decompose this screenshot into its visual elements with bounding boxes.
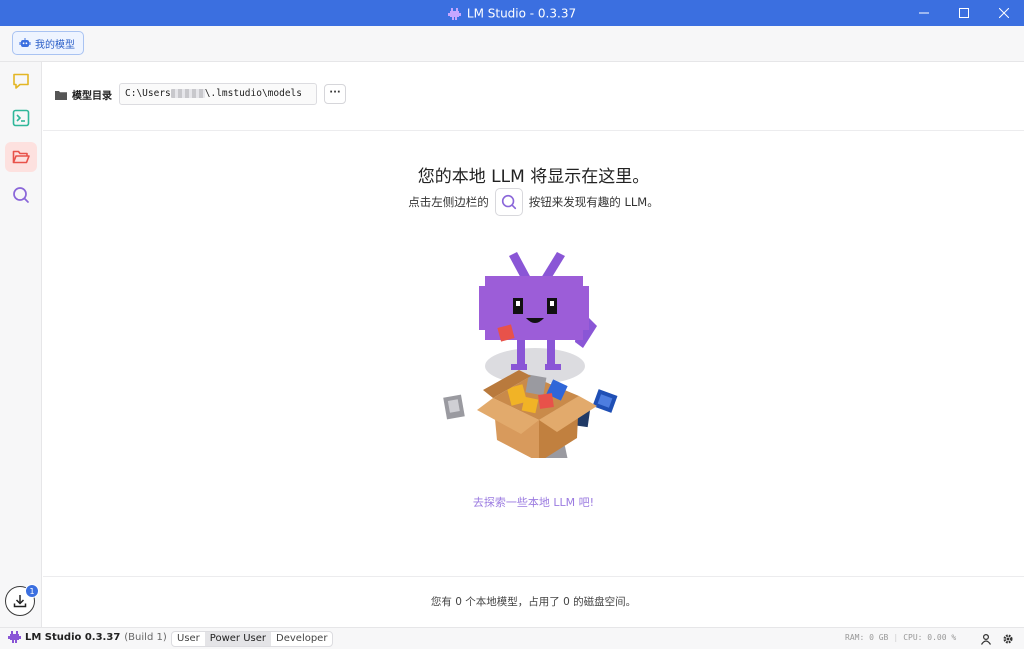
ram-usage: RAM: 0 GB [845,633,889,642]
sidebar-item-discover[interactable] [5,180,37,210]
models-directory-bar: 模型目录 C:\Users \.lmstudio\models ··· [43,62,1024,131]
resource-usage: RAM: 0 GB | CPU: 0.00 % [845,633,957,642]
robot-icon [19,38,31,47]
close-button[interactable] [984,0,1024,26]
search-icon [501,194,516,210]
cpu-usage: CPU: 0.00 % [903,633,957,642]
folder-open-icon [12,150,30,164]
my-models-button[interactable]: 我的模型 [12,31,84,55]
downloads-badge: 1 [25,584,39,598]
mode-power-user[interactable]: Power User [204,632,272,646]
main-panel: 模型目录 C:\Users \.lmstudio\models ··· 您的本地 … [43,62,1024,627]
folder-icon [55,90,67,100]
mode-selector: User Power User Developer [171,631,334,647]
gear-icon [1003,634,1013,644]
sidebar-item-chat[interactable] [5,66,37,96]
models-disk-usage-info: 您有 0 个本地模型，占用了 0 的磁盘空间。 [43,576,1024,627]
sidebar: 1 [0,62,42,627]
empty-state-headline: 您的本地 LLM 将显示在这里。 [417,167,650,187]
models-directory-label-group: 模型目录 [55,87,112,102]
lm-studio-logo-icon [8,631,21,643]
close-icon [999,8,1009,18]
mascot-illustration [443,252,618,458]
settings-button[interactable] [1000,631,1016,647]
explore-local-llm-link[interactable]: 去探索一些本地 LLM 吧! [43,494,1024,510]
app-build: (Build 1) [124,631,167,643]
top-toolbar: 我的模型 [0,26,1024,62]
maximize-icon [959,8,969,18]
subtext-after: 按钮来发现有趣的 LLM。 [528,195,659,209]
app-name: LM Studio 0.3.37 [25,631,121,643]
change-directory-button[interactable]: ··· [324,84,346,104]
lm-studio-logo-icon [447,7,461,20]
my-models-label: 我的模型 [35,39,75,51]
models-directory-path[interactable]: C:\Users \.lmstudio\models [119,83,317,105]
mode-developer[interactable]: Developer [271,632,332,646]
minimize-button[interactable] [904,0,944,26]
app-version-info[interactable]: LM Studio 0.3.37 (Build 1) ^ [8,631,179,643]
sidebar-item-my-models[interactable] [5,142,37,172]
models-directory-label: 模型目录 [72,91,112,102]
window-title: LM Studio - 0.3.37 [0,0,1024,26]
status-bar: LM Studio 0.3.37 (Build 1) ^ User Power … [0,627,1024,649]
path-suffix: \.lmstudio\models [204,88,302,99]
mode-user[interactable]: User [172,632,205,646]
user-icon [980,633,992,645]
search-icon [13,187,29,203]
maximize-button[interactable] [944,0,984,26]
subtext-before: 点击左侧边栏的 [408,195,489,209]
chat-bubble-icon [13,73,29,89]
path-prefix: C:\Users [125,88,171,99]
title-bar: LM Studio - 0.3.37 [0,0,1024,26]
redacted-username [170,89,205,98]
empty-state-subtext: 点击左侧边栏的 按钮来发现有趣的 LLM。 [43,188,1024,216]
user-profile-button[interactable] [978,631,994,647]
minimize-icon [919,12,929,14]
terminal-icon [12,109,30,127]
sidebar-item-developer[interactable] [5,103,37,133]
discover-search-button[interactable] [494,188,523,216]
